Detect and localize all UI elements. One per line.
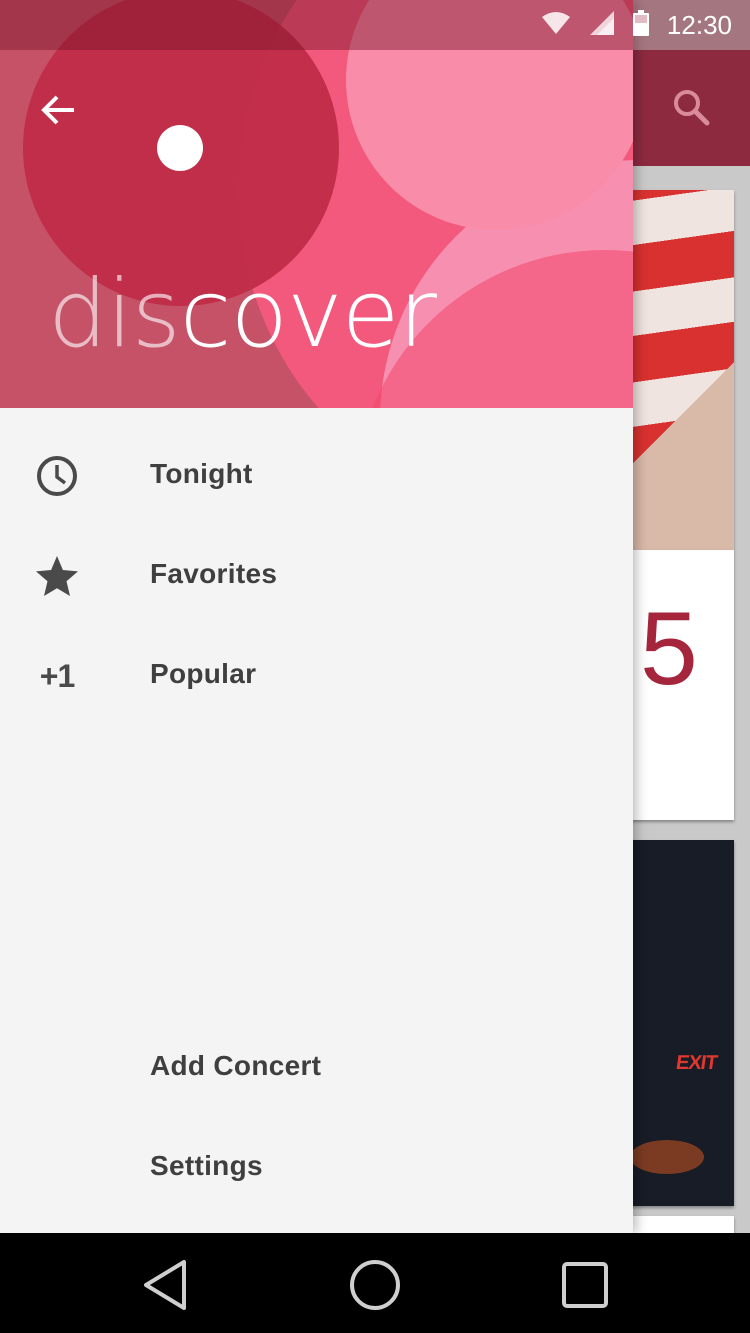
status-time: 12:30	[666, 9, 732, 40]
star-icon	[34, 553, 80, 599]
exit-sign: EXIT	[674, 1052, 719, 1074]
status-icons: 12:30	[541, 0, 732, 50]
drawer-header: discover	[0, 0, 633, 408]
header-title: discover	[48, 268, 437, 362]
signal-icon	[589, 10, 615, 41]
system-nav-bar	[0, 1233, 750, 1333]
navigation-drawer: discover Tonight Favorites +1 Popular Ad…	[0, 0, 633, 1233]
card-number: 5	[640, 591, 698, 707]
home-circle-icon[interactable]	[347, 1257, 403, 1313]
recents-square-icon[interactable]	[557, 1257, 613, 1313]
menu-item-tonight[interactable]: Tonight	[0, 425, 633, 525]
menu-item-settings[interactable]: Settings	[0, 1117, 633, 1217]
back-triangle-icon[interactable]	[138, 1257, 194, 1313]
guitar-shape	[630, 1140, 704, 1174]
plus-one-icon: +1	[39, 657, 75, 694]
battery-icon	[632, 9, 649, 41]
menu-item-add-concert[interactable]: Add Concert	[0, 1017, 633, 1117]
header-dot	[157, 125, 203, 171]
clock-icon	[34, 453, 80, 499]
header-title-part2: cover	[179, 260, 437, 369]
menu-item-popular[interactable]: +1 Popular	[0, 625, 633, 725]
menu-item-label: Settings	[150, 1150, 263, 1181]
status-bar: 12:30	[0, 0, 750, 50]
menu-item-label: Add Concert	[150, 1050, 322, 1081]
menu-item-label: Tonight	[150, 458, 253, 489]
menu-item-label: Favorites	[150, 558, 278, 589]
menu-item-label: Popular	[150, 658, 257, 689]
wifi-icon	[541, 11, 571, 40]
header-title-part1: dis	[48, 260, 181, 369]
menu-item-favorites[interactable]: Favorites	[0, 525, 633, 625]
arrow-back-icon[interactable]	[36, 88, 80, 132]
search-icon[interactable]	[668, 84, 714, 130]
